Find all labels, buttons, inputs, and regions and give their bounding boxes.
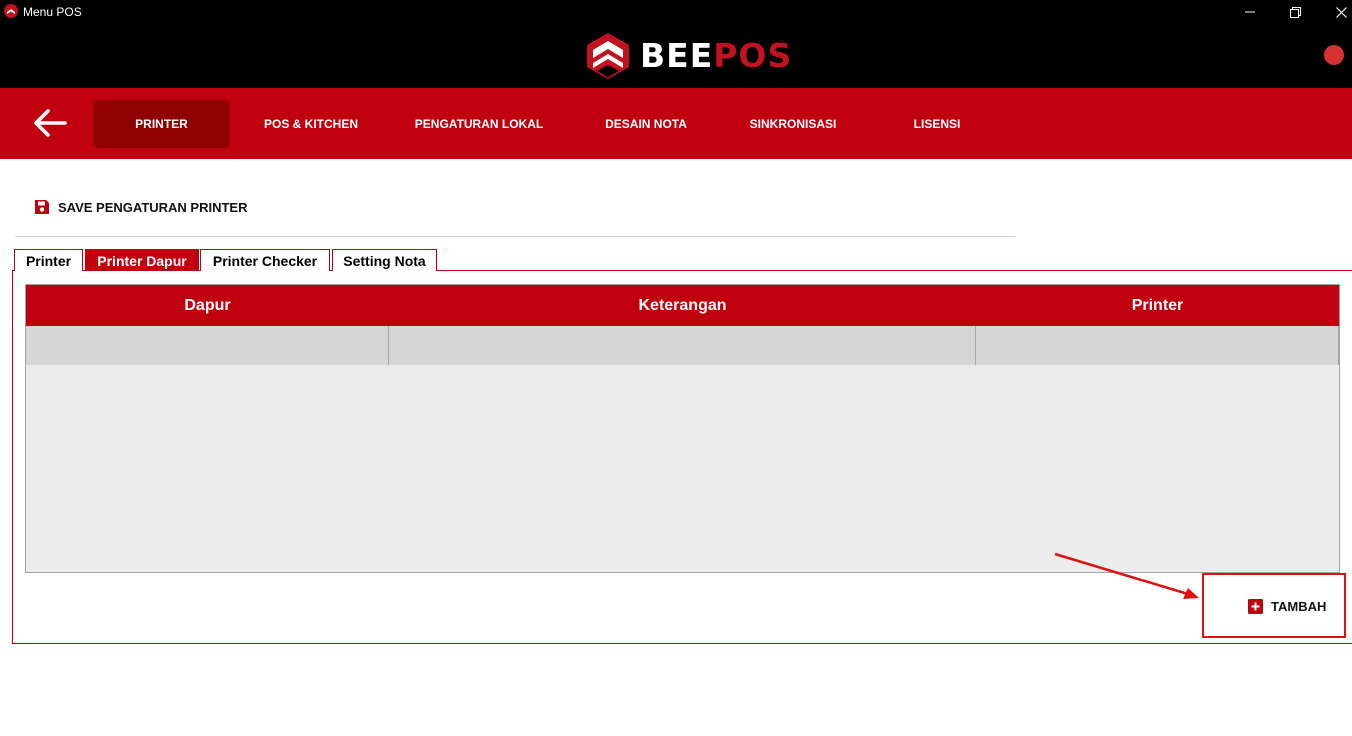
close-window-button[interactable] <box>1318 0 1352 24</box>
nav-item-printer[interactable]: PRINTER <box>93 100 230 148</box>
cell-dapur[interactable] <box>26 326 389 365</box>
nav-item-desain-nota[interactable]: DESAIN NOTA <box>586 100 706 148</box>
brand-name-red: POS <box>713 36 793 75</box>
pos-settings-window: Menu POS BEEPOS PRINTER POS & KITCHEN PE… <box>0 0 1352 736</box>
arrow-left-icon <box>34 109 67 137</box>
nav-item-pos-kitchen[interactable]: POS & KITCHEN <box>250 100 372 148</box>
column-header-printer[interactable]: Printer <box>976 285 1339 326</box>
cell-printer[interactable] <box>976 326 1339 365</box>
column-header-keterangan[interactable]: Keterangan <box>389 285 976 326</box>
restore-icon <box>1289 6 1301 18</box>
column-header-dapur[interactable]: Dapur <box>26 285 389 326</box>
save-button-label: SAVE PENGATURAN PRINTER <box>58 199 248 215</box>
tab-setting-nota[interactable]: Setting Nota <box>332 249 437 271</box>
beepos-logo-icon <box>587 33 629 79</box>
divider <box>15 236 1015 237</box>
main-nav: PRINTER POS & KITCHEN PENGATURAN LOKAL D… <box>0 88 1352 159</box>
minimize-icon <box>1245 11 1255 13</box>
table-row[interactable] <box>26 326 1339 365</box>
table-header: Dapur Keterangan Printer <box>26 285 1339 326</box>
back-button[interactable] <box>28 105 70 141</box>
window-title-bar: Menu POS <box>0 0 1352 24</box>
floppy-disk-icon <box>35 200 49 214</box>
plus-square-icon <box>1248 598 1263 614</box>
save-printer-settings-button[interactable]: SAVE PENGATURAN PRINTER <box>34 196 247 218</box>
app-logo-icon <box>4 4 18 18</box>
brand-name: BEEPOS <box>640 36 792 76</box>
restore-button[interactable] <box>1272 0 1318 24</box>
nav-item-sinkronisasi[interactable]: SINKRONISASI <box>730 100 856 148</box>
close-icon <box>1335 6 1347 18</box>
tab-printer-dapur[interactable]: Printer Dapur <box>85 249 199 271</box>
brand-header: BEEPOS <box>0 24 1352 88</box>
tambah-button[interactable]: TAMBAH <box>1248 597 1326 615</box>
minimize-button[interactable] <box>1227 0 1273 24</box>
tab-printer-checker[interactable]: Printer Checker <box>200 249 330 271</box>
printer-dapur-table: Dapur Keterangan Printer <box>25 284 1340 573</box>
tambah-button-label: TAMBAH <box>1271 598 1327 614</box>
cell-keterangan[interactable] <box>389 326 976 365</box>
tab-printer[interactable]: Printer <box>14 249 83 271</box>
nav-item-pengaturan-lokal[interactable]: PENGATURAN LOKAL <box>398 100 560 148</box>
window-title: Menu POS <box>23 5 82 19</box>
brand-name-white: BEE <box>640 36 714 75</box>
connection-status-dot <box>1324 45 1344 65</box>
nav-item-lisensi[interactable]: LISENSI <box>880 100 994 148</box>
